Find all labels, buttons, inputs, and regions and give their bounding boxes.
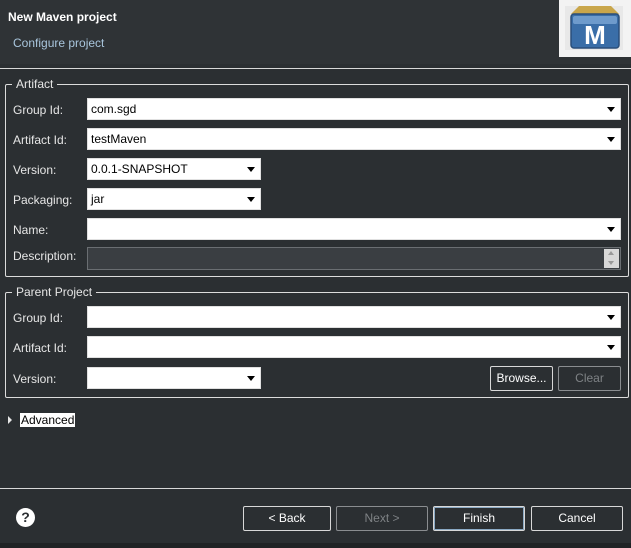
chevron-down-icon[interactable] <box>243 160 259 178</box>
artifact-id-label: Artifact Id: <box>13 133 68 147</box>
chevron-down-icon[interactable] <box>603 220 619 238</box>
chevron-down-icon[interactable] <box>603 100 619 118</box>
description-label: Description: <box>13 249 77 263</box>
browse-button[interactable]: Browse... <box>490 366 553 391</box>
artifact-id-combo[interactable]: testMaven <box>87 128 621 150</box>
back-button[interactable]: < Back <box>243 506 331 531</box>
help-icon[interactable]: ? <box>16 508 35 527</box>
wizard-title: New Maven project <box>8 10 117 24</box>
packaging-combo[interactable]: jar <box>87 188 261 210</box>
advanced-label[interactable]: Advanced <box>20 413 76 427</box>
wizard-header: New Maven project Configure project M <box>0 0 631 64</box>
parent-project-group-legend: Parent Project <box>12 285 97 299</box>
group-id-value: com.sgd <box>91 102 137 116</box>
expand-triangle-icon[interactable] <box>8 416 12 424</box>
chevron-down-icon[interactable] <box>603 308 619 326</box>
chevron-down-icon[interactable] <box>603 338 619 356</box>
chevron-down-icon[interactable] <box>243 190 259 208</box>
version-label: Version: <box>13 163 57 177</box>
finish-button[interactable]: Finish <box>433 506 525 531</box>
cancel-button[interactable]: Cancel <box>531 506 623 531</box>
clear-button[interactable]: Clear <box>558 366 621 391</box>
packaging-value: jar <box>91 192 105 206</box>
name-combo[interactable] <box>87 218 621 240</box>
version-combo[interactable]: 0.0.1-SNAPSHOT <box>87 158 261 180</box>
group-id-combo[interactable]: com.sgd <box>87 98 621 120</box>
group-id-label: Group Id: <box>13 103 64 117</box>
parent-group-id-combo[interactable] <box>87 306 621 328</box>
parent-artifact-id-label: Artifact Id: <box>13 341 68 355</box>
packaging-label: Packaging: <box>13 193 73 207</box>
next-button[interactable]: Next > <box>336 506 428 531</box>
parent-group-id-label: Group Id: <box>13 311 64 325</box>
name-label: Name: <box>13 223 49 237</box>
maven-logo-icon: M <box>559 0 631 57</box>
artifact-id-value: testMaven <box>91 132 147 146</box>
description-textarea[interactable] <box>87 247 621 270</box>
version-value: 0.0.1-SNAPSHOT <box>91 162 188 176</box>
chevron-down-icon[interactable] <box>603 130 619 148</box>
header-divider <box>0 68 631 69</box>
artifact-group-legend: Artifact <box>12 77 58 91</box>
window-bottom-edge <box>0 543 631 548</box>
parent-version-label: Version: <box>13 372 57 386</box>
parent-version-combo[interactable] <box>87 367 261 389</box>
scroll-down-icon[interactable] <box>604 258 619 267</box>
footer-divider <box>0 488 631 489</box>
wizard-subtitle: Configure project <box>13 36 105 50</box>
maven-logo-letter: M <box>584 20 606 50</box>
chevron-down-icon[interactable] <box>243 369 259 387</box>
scroll-up-icon[interactable] <box>604 249 619 258</box>
parent-artifact-id-combo[interactable] <box>87 336 621 358</box>
advanced-section-toggle[interactable]: Advanced <box>8 413 76 427</box>
description-scrollbar[interactable] <box>604 249 619 268</box>
